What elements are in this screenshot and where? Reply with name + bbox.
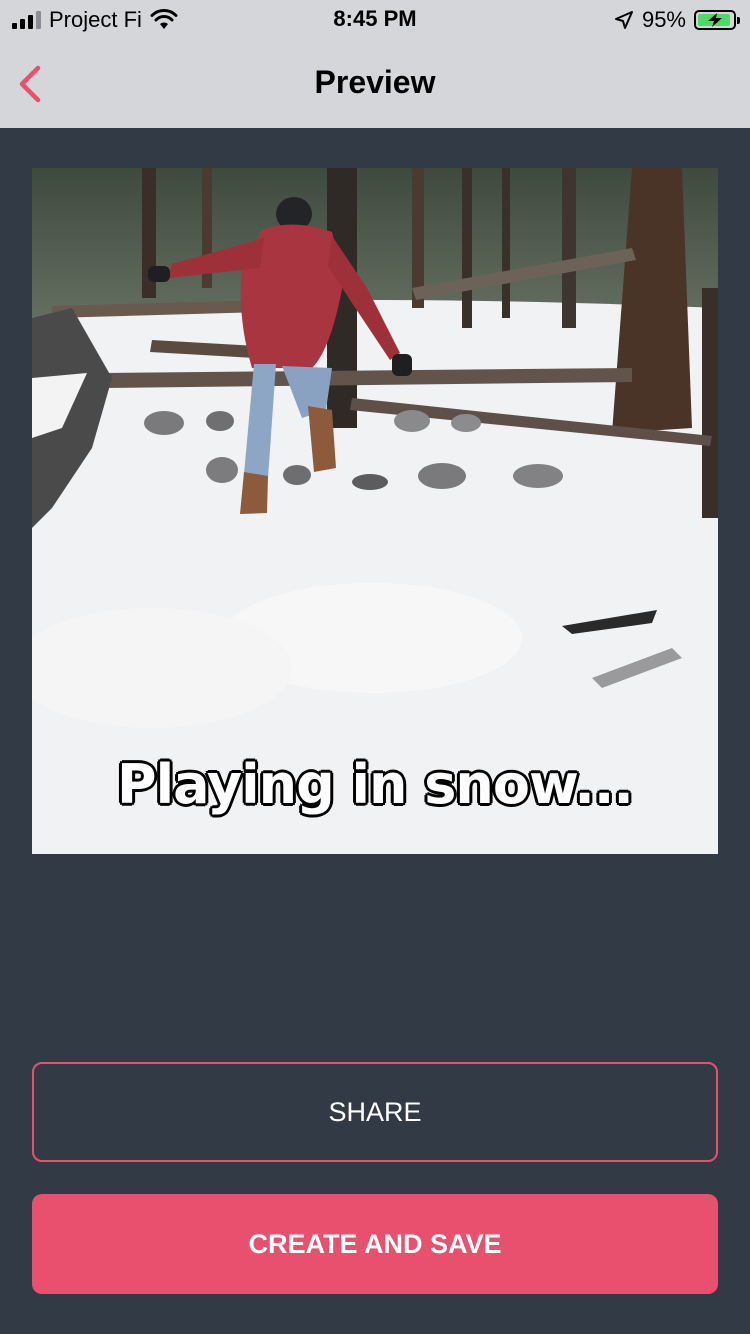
status-bar: Project Fi 8:45 PM 95% xyxy=(0,0,750,40)
gif-caption: Playing in snow... xyxy=(117,753,634,816)
create-and-save-button[interactable]: CREATE AND SAVE xyxy=(32,1194,718,1294)
nav-bar: Preview xyxy=(0,40,750,128)
battery-percent: 95% xyxy=(641,7,686,32)
battery-charging-icon xyxy=(694,10,740,30)
location-arrow-icon xyxy=(614,11,633,29)
gif-preview: Playing in snow... xyxy=(32,168,718,854)
charging-bolt-icon xyxy=(708,13,722,27)
share-button[interactable]: SHARE xyxy=(32,1062,718,1162)
snow-scene-image xyxy=(32,168,718,854)
page-title: Preview xyxy=(314,64,436,100)
status-right: 95% xyxy=(614,6,740,34)
